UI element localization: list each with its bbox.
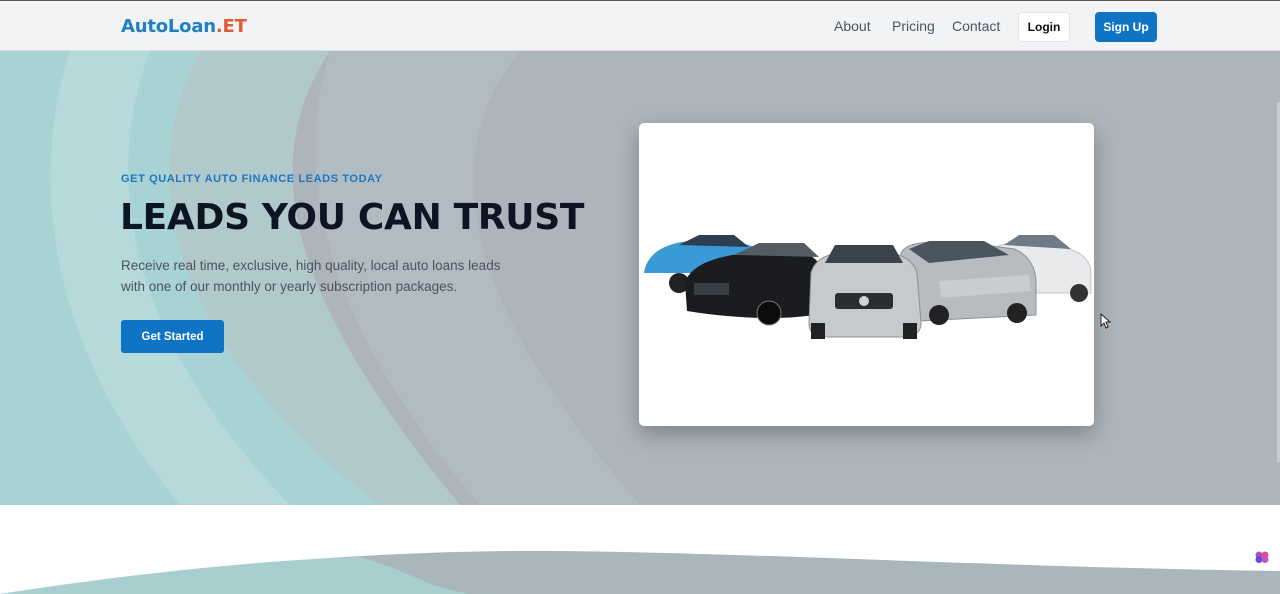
next-section	[0, 505, 1280, 594]
mouse-pointer-icon	[1100, 313, 1112, 329]
hero-eyebrow: GET QUALITY AUTO FINANCE LEADS TODAY	[121, 173, 383, 185]
car-silver-minivan	[900, 241, 1037, 325]
wave-divider	[0, 550, 1280, 594]
get-started-button[interactable]: Get Started	[121, 320, 224, 353]
nav-link-contact[interactable]: Contact	[952, 18, 1000, 34]
brand-name-primary: AutoLoan	[121, 16, 216, 37]
nav-link-about[interactable]: About	[834, 18, 871, 34]
signup-button[interactable]: Sign Up	[1095, 12, 1157, 42]
site-header: AutoLoan.ET About Pricing Contact Login …	[0, 0, 1280, 51]
brand-logo[interactable]: AutoLoan.ET	[121, 16, 247, 37]
hero-section: GET QUALITY AUTO FINANCE LEADS TODAY LEA…	[0, 51, 1280, 505]
brand-name-accent: .ET	[215, 16, 247, 37]
car-silver-sedan-front	[808, 245, 922, 339]
brain-icon[interactable]	[1252, 547, 1272, 567]
login-button[interactable]: Login	[1018, 12, 1070, 42]
cars-image	[639, 123, 1094, 426]
hero-description: Receive real time, exclusive, high quali…	[121, 258, 501, 294]
hero-headline: LEADS YOU CAN TRUST	[120, 197, 585, 238]
cars-illustration	[644, 235, 1092, 339]
nav-link-pricing[interactable]: Pricing	[892, 18, 935, 34]
